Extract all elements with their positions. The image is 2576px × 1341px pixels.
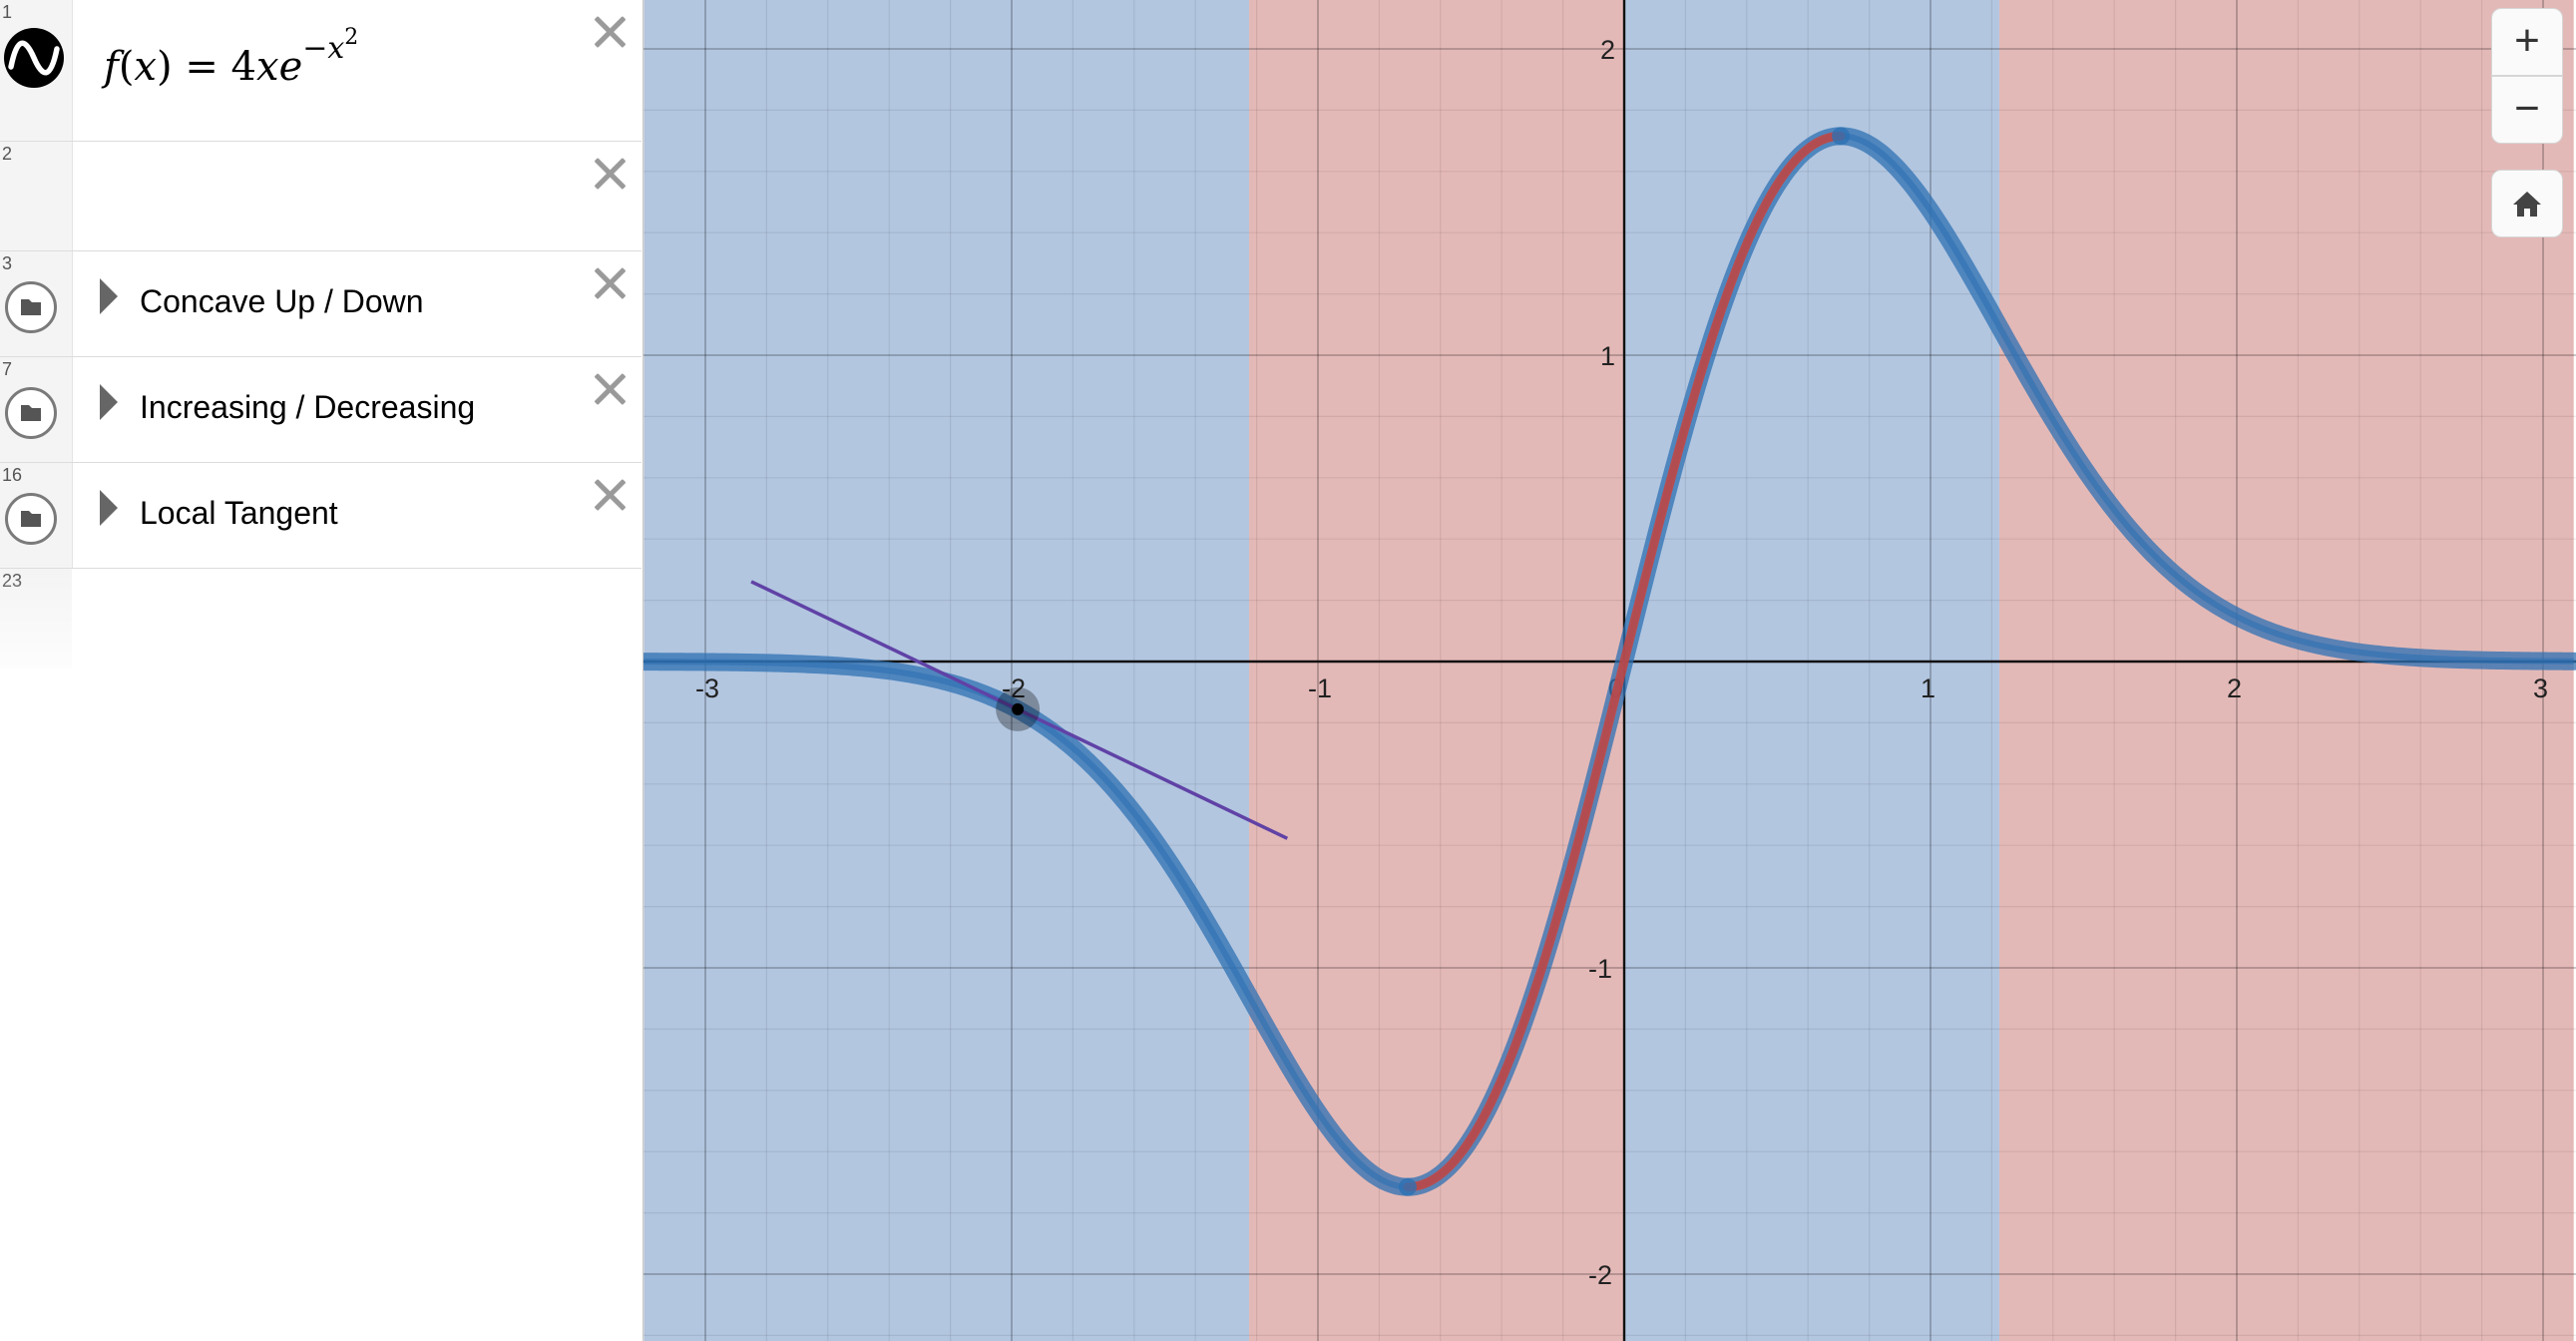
y-tick-label: -2	[1588, 1260, 1612, 1290]
graph-paper[interactable]: -3 -2 -1 0 1 2 3 2 1 -1 -2	[643, 0, 2576, 1341]
home-icon	[2513, 192, 2541, 217]
tangent-point	[1012, 702, 1025, 715]
shaded-region-red-1	[1998, 0, 2574, 1341]
extremum-point-0	[1398, 1177, 1417, 1196]
x-tick-label: 2	[2227, 673, 2242, 703]
expression-gutter: 16	[0, 463, 73, 568]
delete-folder-button[interactable]	[592, 477, 628, 513]
delete-expression-button[interactable]	[592, 156, 628, 192]
row-number: 1	[2, 2, 13, 22]
expression-gutter: 3	[0, 251, 73, 356]
zoom-in-button[interactable]: +	[2491, 8, 2563, 76]
folder-label[interactable]: Increasing / Decreasing	[140, 389, 475, 426]
x-tick-label: -3	[695, 673, 719, 703]
delete-folder-button[interactable]	[592, 265, 628, 301]
shaded-region-blue-3	[1624, 0, 1999, 1341]
row-number: 3	[2, 253, 13, 273]
folder-icon[interactable]	[5, 281, 57, 333]
expand-triangle-icon[interactable]	[100, 490, 118, 526]
delete-folder-button[interactable]	[592, 371, 628, 407]
expression-row-2[interactable]: 2	[0, 142, 642, 251]
expand-triangle-icon[interactable]	[100, 278, 118, 314]
folder-icon[interactable]	[5, 387, 57, 439]
folder-row-tangent[interactable]: 16 Local Tangent	[0, 463, 642, 569]
shaded-region-red-0	[1249, 0, 1624, 1341]
y-tick-label: -1	[1588, 954, 1612, 984]
expression-input[interactable]	[90, 162, 559, 231]
extremum-point-1	[1832, 127, 1851, 146]
folder-label[interactable]: Local Tangent	[140, 495, 338, 532]
home-button[interactable]	[2491, 170, 2563, 237]
expression-gutter: 2	[0, 142, 73, 250]
row-number: 16	[2, 465, 23, 485]
y-tick-label: 2	[1600, 35, 1615, 65]
expression-formula[interactable]: f(x) = 4xe−x2	[104, 25, 358, 90]
delete-expression-button[interactable]	[592, 14, 628, 50]
expression-gutter: 7	[0, 357, 73, 462]
expand-triangle-icon[interactable]	[100, 384, 118, 420]
desmos-wave-icon[interactable]	[3, 27, 65, 89]
row-number: 7	[2, 359, 13, 379]
folder-icon[interactable]	[5, 493, 57, 545]
zoom-out-button[interactable]: −	[2491, 76, 2563, 144]
folder-label[interactable]: Concave Up / Down	[140, 283, 424, 320]
list-fade	[0, 571, 642, 690]
y-tick-label: 1	[1600, 341, 1615, 371]
x-tick-label: -1	[1308, 673, 1332, 703]
expression-row-1[interactable]: 1 f(x) = 4xe−x2	[0, 0, 642, 142]
x-tick-label: 3	[2533, 673, 2548, 703]
row-number: 2	[2, 144, 13, 164]
x-tick-label: 1	[1921, 673, 1935, 703]
expression-gutter: 1	[0, 0, 73, 141]
folder-row-concave[interactable]: 3 Concave Up / Down	[0, 251, 642, 357]
expression-list: 1 f(x) = 4xe−x2 2 3 Concave Up / Down 7 …	[0, 0, 642, 1341]
graph-plot[interactable]: -3 -2 -1 0 1 2 321-1-2	[644, 0, 2576, 1341]
folder-row-increasing[interactable]: 7 Increasing / Decreasing	[0, 357, 642, 463]
